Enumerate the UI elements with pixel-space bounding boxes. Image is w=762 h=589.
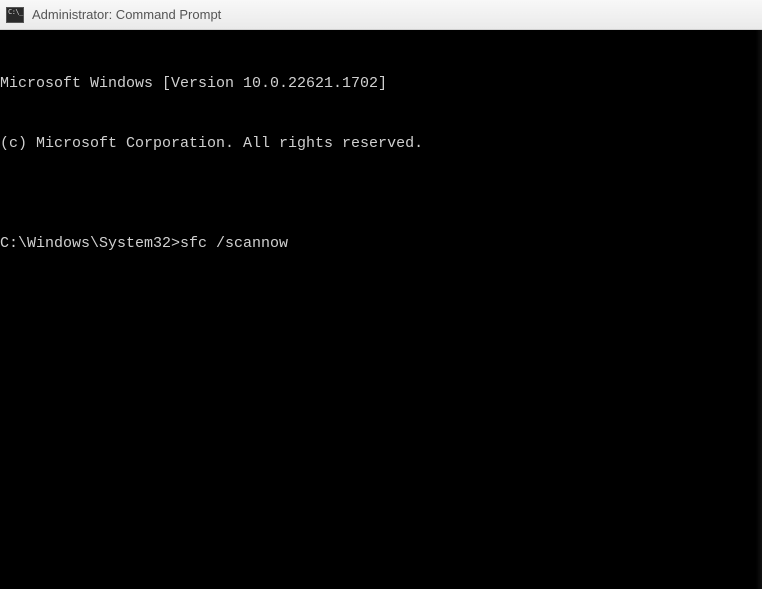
- cmd-icon: [6, 7, 24, 23]
- prompt-path: C:\Windows\System32>: [0, 234, 180, 254]
- command-input[interactable]: sfc /scannow: [180, 234, 288, 254]
- window-title: Administrator: Command Prompt: [32, 7, 221, 22]
- window-titlebar[interactable]: Administrator: Command Prompt: [0, 0, 762, 30]
- prompt-line: C:\Windows\System32>sfc /scannow: [0, 234, 762, 254]
- terminal-area[interactable]: Microsoft Windows [Version 10.0.22621.17…: [0, 30, 762, 589]
- terminal-line: Microsoft Windows [Version 10.0.22621.17…: [0, 74, 762, 94]
- terminal-line: (c) Microsoft Corporation. All rights re…: [0, 134, 762, 154]
